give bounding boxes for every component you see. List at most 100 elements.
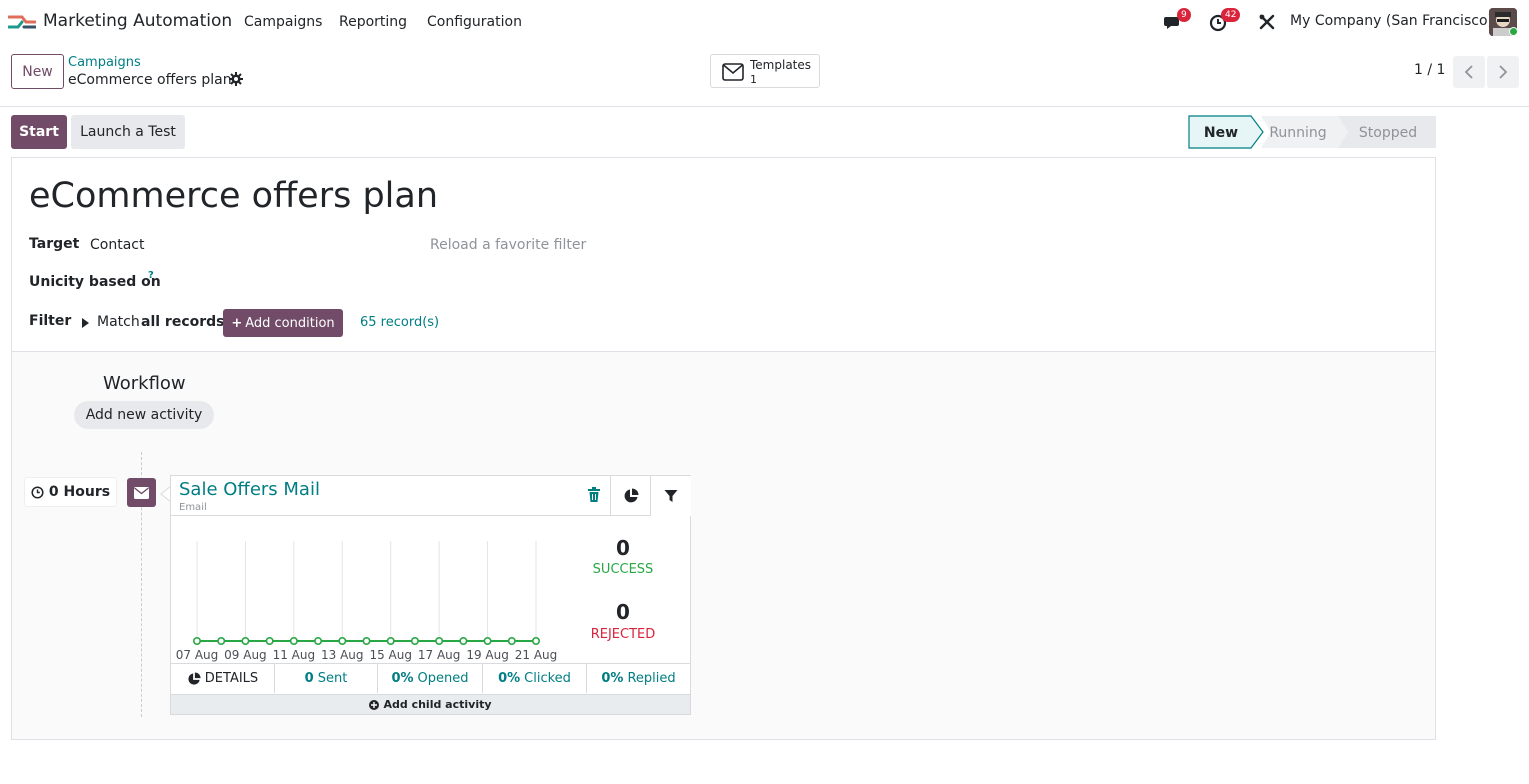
match-scope[interactable]: all records bbox=[141, 314, 225, 330]
records-count-link[interactable]: 65 record(s) bbox=[360, 315, 439, 330]
new-button[interactable]: New bbox=[11, 54, 64, 89]
chart-point bbox=[241, 637, 250, 646]
menu-configuration[interactable]: Configuration bbox=[427, 14, 522, 30]
chart-point bbox=[483, 637, 492, 646]
pager-value[interactable]: 1 / 1 bbox=[1414, 62, 1445, 78]
workflow-section: Workflow Add new activity 0 Hours Sale O… bbox=[12, 352, 1435, 739]
caret-right-icon[interactable] bbox=[81, 317, 90, 329]
rejected-count: 0 bbox=[616, 600, 630, 624]
marketing-automation-app-icon[interactable] bbox=[8, 13, 36, 31]
templates-smart-button[interactable]: Templates 1 bbox=[710, 54, 820, 88]
chart-tick-label: 17 Aug bbox=[418, 648, 461, 662]
menu-campaigns[interactable]: Campaigns bbox=[244, 14, 322, 30]
chart-point bbox=[459, 637, 468, 646]
record-title[interactable]: eCommerce offers plan bbox=[29, 176, 438, 216]
trash-icon[interactable] bbox=[587, 487, 601, 503]
sent-label: Sent bbox=[317, 671, 348, 686]
chart-tick-label: 09 Aug bbox=[224, 648, 267, 662]
status-bar: New Running Stopped bbox=[1188, 115, 1436, 149]
menu-reporting[interactable]: Reporting bbox=[339, 14, 407, 30]
pie-chart-icon bbox=[624, 488, 639, 502]
sent-value: 0 bbox=[304, 671, 314, 686]
chart-tick-label: 07 Aug bbox=[176, 648, 219, 662]
activity-stats-bar: DETAILS 0 Sent 0% Opened 0% Clicked 0% R… bbox=[171, 663, 690, 693]
envelope-icon bbox=[722, 63, 744, 81]
pager-previous-button[interactable] bbox=[1453, 56, 1485, 88]
add-condition-button[interactable]: + Add condition bbox=[223, 309, 343, 337]
pie-chart-view-button[interactable] bbox=[610, 476, 651, 516]
filter-view-button[interactable] bbox=[650, 476, 691, 516]
stage-stopped-label: Stopped bbox=[1359, 125, 1417, 141]
templates-count: 1 bbox=[750, 73, 757, 86]
details-button[interactable]: DETAILS bbox=[171, 664, 275, 693]
chart-point bbox=[338, 637, 347, 646]
gear-icon[interactable] bbox=[229, 72, 243, 86]
activity-card: Sale Offers Mail Email 07 Aug 09 Aug 11 … bbox=[170, 475, 691, 715]
target-field[interactable]: Contact bbox=[90, 237, 144, 253]
chart-point bbox=[507, 637, 516, 646]
chart-point bbox=[289, 637, 298, 646]
chart-point bbox=[386, 637, 395, 646]
chart-point bbox=[217, 637, 226, 646]
success-count: 0 bbox=[616, 536, 630, 560]
chart-tick-label: 11 Aug bbox=[273, 648, 316, 662]
activity-interval-label: 0 Hours bbox=[48, 484, 111, 500]
activity-card-header: Sale Offers Mail Email bbox=[171, 476, 610, 516]
opened-value: 0% bbox=[391, 671, 414, 686]
chart-tick-label: 21 Aug bbox=[515, 648, 558, 662]
breadcrumb-campaigns[interactable]: Campaigns bbox=[68, 55, 141, 70]
details-label: DETAILS bbox=[204, 671, 259, 686]
activity-interval: 0 Hours bbox=[24, 477, 117, 507]
chevron-left-icon bbox=[1464, 65, 1473, 79]
online-status-dot bbox=[1509, 27, 1518, 36]
chart-tick-label: 15 Aug bbox=[369, 648, 412, 662]
add-child-activity-button[interactable]: Add child activity bbox=[171, 694, 690, 714]
opened-label: Opened bbox=[417, 671, 469, 686]
add-child-activity-label: Add child activity bbox=[383, 698, 492, 711]
app-name[interactable]: Marketing Automation bbox=[43, 11, 232, 31]
workflow-title: Workflow bbox=[103, 373, 186, 394]
stat-opened[interactable]: 0% Opened bbox=[378, 664, 483, 693]
favorite-filter-field[interactable]: Reload a favorite filter bbox=[430, 237, 586, 253]
plus-circle-icon bbox=[369, 699, 380, 710]
chart-tick-label: 19 Aug bbox=[466, 648, 509, 662]
chart-tick-label: 13 Aug bbox=[321, 648, 364, 662]
form-sheet: eCommerce offers plan Target Contact Rel… bbox=[11, 157, 1436, 740]
target-label: Target bbox=[29, 236, 80, 252]
pie-chart-icon bbox=[188, 671, 201, 685]
chart-point bbox=[410, 637, 419, 646]
add-condition-label: Add condition bbox=[245, 315, 335, 331]
debug-tools-icon[interactable] bbox=[1256, 11, 1278, 33]
top-navbar: Marketing Automation Campaigns Reporting… bbox=[0, 0, 1529, 44]
activities-badge: 42 bbox=[1221, 8, 1241, 22]
replied-value: 0% bbox=[601, 671, 624, 686]
messages-badge: 9 bbox=[1177, 8, 1191, 22]
plus-icon: + bbox=[231, 315, 243, 331]
activity-chart: 07 Aug 09 Aug 11 Aug 13 Aug 15 Aug 17 Aug 19 A… bbox=[176, 541, 558, 662]
success-label: SUCCESS bbox=[592, 562, 654, 577]
match-prefix: Match bbox=[97, 314, 140, 330]
launch-test-button[interactable]: Launch a Test bbox=[71, 115, 185, 149]
add-new-activity-button[interactable]: Add new activity bbox=[74, 401, 214, 429]
activity-type: Email bbox=[179, 502, 207, 513]
breadcrumb-current: eCommerce offers plan bbox=[68, 72, 232, 88]
stage-new-label: New bbox=[1204, 125, 1238, 141]
chart-point bbox=[265, 637, 274, 646]
start-button[interactable]: Start bbox=[11, 115, 67, 149]
unicity-label: Unicity based on bbox=[29, 274, 161, 290]
stat-clicked[interactable]: 0% Clicked bbox=[483, 664, 587, 693]
email-activity-type-button[interactable] bbox=[127, 478, 156, 507]
stat-replied[interactable]: 0% Replied bbox=[587, 664, 690, 693]
clock-icon bbox=[31, 485, 44, 499]
stat-sent[interactable]: 0 Sent bbox=[275, 664, 378, 693]
stage-running-label: Running bbox=[1269, 125, 1326, 141]
filter-label: Filter bbox=[29, 313, 72, 329]
chart-point bbox=[314, 637, 323, 646]
clicked-value: 0% bbox=[498, 671, 521, 686]
filter-icon bbox=[664, 490, 678, 502]
company-switcher[interactable]: My Company (San Francisco) bbox=[1290, 13, 1493, 29]
pager-next-button[interactable] bbox=[1487, 56, 1519, 88]
chevron-right-icon bbox=[1499, 65, 1508, 79]
help-tooltip-icon[interactable]: ? bbox=[148, 270, 154, 281]
activity-name[interactable]: Sale Offers Mail bbox=[179, 479, 320, 500]
